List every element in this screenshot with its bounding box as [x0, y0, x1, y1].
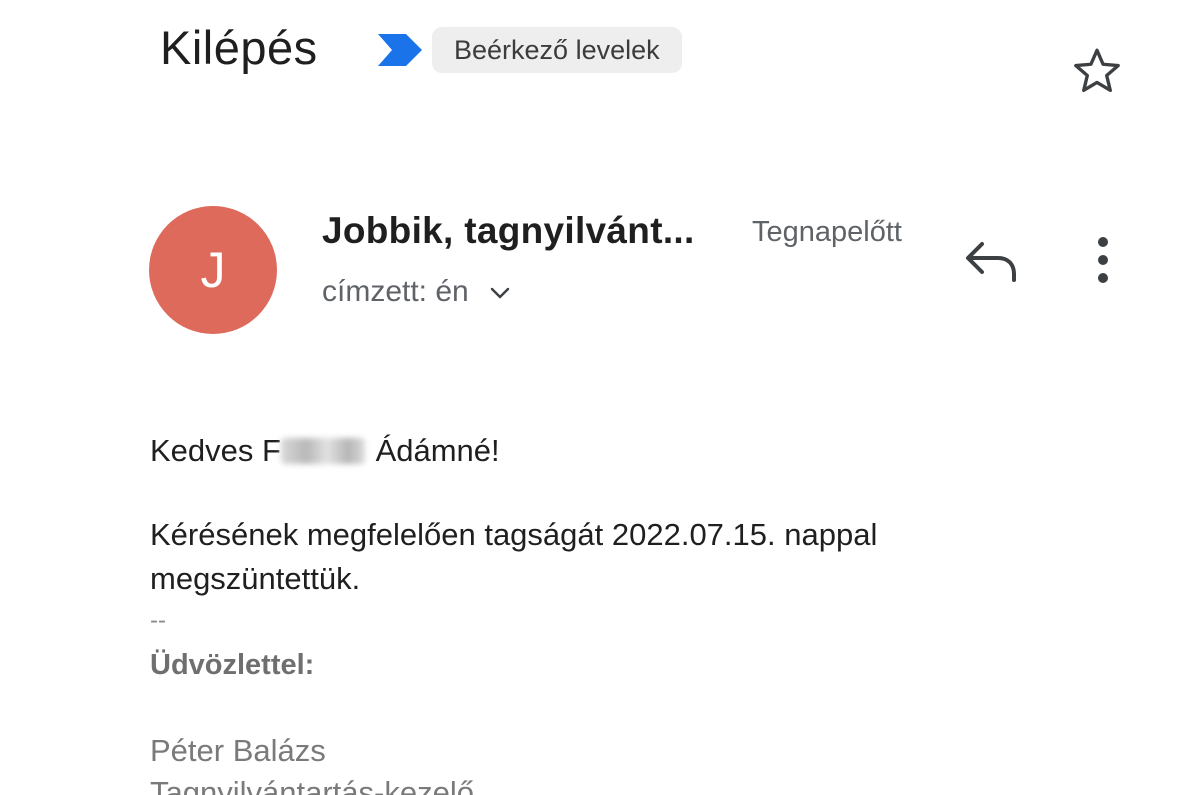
greeting-prefix: Kedves F — [150, 433, 281, 468]
email-greeting: Kedves F Ádámné! — [150, 430, 500, 472]
reply-icon[interactable] — [962, 236, 1020, 286]
recipient-details-toggle[interactable]: címzett: én — [322, 270, 513, 314]
email-subject: Kilépés — [160, 21, 318, 74]
label-chip-inbox[interactable]: Beérkező levelek — [432, 27, 682, 73]
email-date: Tegnapelőtt — [752, 216, 902, 248]
star-icon[interactable] — [1070, 44, 1124, 98]
recipient-label: címzett: én — [322, 275, 469, 308]
important-marker-icon[interactable] — [376, 30, 424, 70]
more-vertical-icon[interactable] — [1086, 234, 1120, 290]
signature-name: Péter Balázs — [150, 733, 326, 768]
signature-separator: -- — [150, 607, 166, 634]
redacted-name — [280, 438, 365, 464]
chevron-down-icon — [490, 287, 510, 299]
sender-name[interactable]: Jobbik, tagnyilvánt... — [322, 206, 695, 256]
email-message-line-2: megszüntettük. — [150, 561, 361, 596]
email-view: Kilépés Beérkező levelek J Jobbik, tagny… — [0, 0, 1200, 795]
email-message-line-1: Kérésének megfelelően tagságát 2022.07.1… — [150, 517, 878, 552]
greeting-suffix: Ádámné! — [375, 433, 500, 468]
sender-avatar[interactable]: J — [149, 206, 277, 334]
signature-role: Tagnyilvántartás-kezelő — [150, 775, 474, 795]
signature-greeting: Üdvözlettel: — [150, 649, 315, 681]
